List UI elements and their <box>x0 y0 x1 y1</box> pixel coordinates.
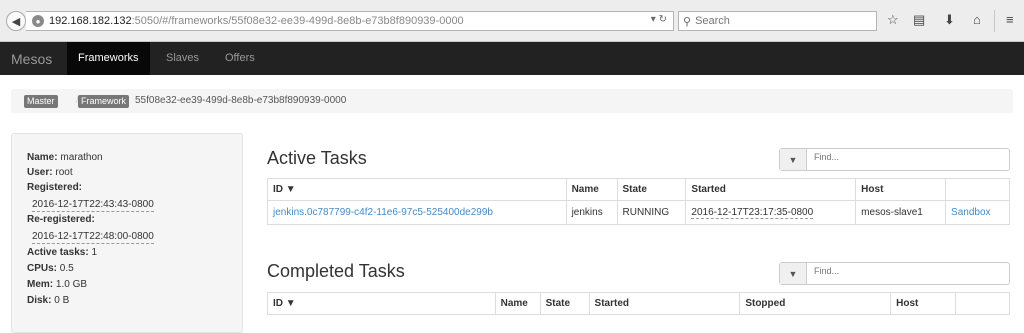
url-text[interactable]: 192.168.182.132:5050/#/frameworks/55f08e… <box>49 15 464 27</box>
task-name-cell: jenkins <box>565 200 618 225</box>
completed-tasks-title: Completed Tasks <box>267 261 405 281</box>
url-actions: ▾ ↻ <box>651 14 667 25</box>
info-reregistered-date: 2016-12-17T22:48:00-0800 <box>32 231 154 244</box>
search-box[interactable]: ⚲ <box>678 11 877 31</box>
col-id-header[interactable]: ID ▼ <box>267 292 496 315</box>
top-navbar: Mesos Frameworks Slaves Offers <box>0 42 1024 75</box>
task-state-cell: RUNNING <box>616 200 687 225</box>
info-name: Name: marathon <box>27 152 103 163</box>
reload-icon[interactable]: ↻ <box>659 14 667 25</box>
framework-info-panel: Name: marathon User: root Registered: 20… <box>11 133 243 333</box>
col-started-header[interactable]: Started <box>588 292 741 315</box>
url-host: 192.168.182.132 <box>49 15 132 27</box>
active-tasks-filter[interactable]: ▼ <box>779 148 1010 171</box>
globe-icon: ● <box>32 15 44 27</box>
task-id-link[interactable]: jenkins.0c787799-c4f2-11e6-97c5-525400de… <box>273 207 493 218</box>
table-header-row: ID ▼ Name State Started Stopped Host <box>267 292 1010 315</box>
completed-tasks-find-input[interactable] <box>814 266 1004 276</box>
back-button[interactable]: ◀ <box>6 11 26 31</box>
brand-logo[interactable]: Mesos <box>11 51 52 67</box>
breadcrumb: Master / Framework 55f08e32-ee39-499d-8e… <box>11 89 1013 113</box>
info-mem: Mem: 1.0 GB <box>27 279 88 290</box>
download-icon[interactable]: ⬇ <box>944 12 955 28</box>
info-registered-date: 2016-12-17T22:43:43-0800 <box>32 199 154 212</box>
info-disk: Disk: 0 B <box>27 295 70 306</box>
info-active-tasks: Active tasks: 1 <box>27 247 98 258</box>
search-input[interactable] <box>695 15 866 27</box>
info-reregistered-label: Re-registered: <box>27 214 95 225</box>
task-started-value: 2016-12-17T23:17:35-0800 <box>691 207 814 219</box>
active-tasks-find-input[interactable] <box>814 152 1004 162</box>
col-name-header[interactable]: Name <box>494 292 541 315</box>
search-icon: ⚲ <box>683 15 692 28</box>
home-icon[interactable]: ⌂ <box>973 12 981 27</box>
col-host-header[interactable]: Host <box>855 178 947 201</box>
completed-tasks-table: ID ▼ Name State Started Stopped Host <box>267 292 1010 315</box>
dropdown-arrow-icon[interactable]: ▾ <box>651 14 656 25</box>
task-started-cell: 2016-12-17T23:17:35-0800 <box>685 200 857 225</box>
browser-toolbar: ◀ ● 192.168.182.132:5050/#/frameworks/55… <box>0 0 1024 42</box>
info-registered-label: Registered: <box>27 182 83 193</box>
active-tasks-table: ID ▼ Name State Started Host jenkins.0c7… <box>267 178 1010 225</box>
table-header-row: ID ▼ Name State Started Host <box>267 178 1010 201</box>
col-started-header[interactable]: Started <box>685 178 857 201</box>
url-path: :5050/#/frameworks/55f08e32-ee39-499d-8e… <box>131 15 464 27</box>
col-actions-header <box>945 178 1010 201</box>
breadcrumb-framework: Framework <box>78 95 130 108</box>
col-state-header[interactable]: State <box>539 292 590 315</box>
task-id-cell: jenkins.0c787799-c4f2-11e6-97c5-525400de… <box>267 200 567 225</box>
info-cpus: CPUs: 0.5 <box>27 263 74 274</box>
filter-icon[interactable]: ▼ <box>780 263 807 284</box>
sandbox-link[interactable]: Sandbox <box>951 207 990 218</box>
reading-list-icon[interactable]: ▤ <box>913 12 925 28</box>
col-host-header[interactable]: Host <box>890 292 957 315</box>
task-sandbox-cell: Sandbox <box>945 200 1010 225</box>
toolbar-divider <box>994 10 995 32</box>
bookmark-star-icon[interactable]: ☆ <box>887 12 899 28</box>
col-id-header[interactable]: ID ▼ <box>267 178 567 201</box>
info-user: User: root <box>27 167 73 178</box>
menu-icon[interactable]: ≡ <box>1006 12 1014 27</box>
col-actions-header <box>955 292 1010 315</box>
active-tasks-title: Active Tasks <box>267 148 367 168</box>
breadcrumb-framework-id: 55f08e32-ee39-499d-8e8b-e73b8f890939-000… <box>135 95 347 106</box>
col-state-header[interactable]: State <box>616 178 687 201</box>
col-stopped-header[interactable]: Stopped <box>739 292 892 315</box>
table-row: jenkins.0c787799-c4f2-11e6-97c5-525400de… <box>267 200 1010 225</box>
nav-frameworks[interactable]: Frameworks <box>67 42 150 75</box>
address-bar[interactable]: ● 192.168.182.132:5050/#/frameworks/55f0… <box>26 11 674 31</box>
col-name-header[interactable]: Name <box>565 178 618 201</box>
completed-tasks-filter[interactable]: ▼ <box>779 262 1010 285</box>
task-host-cell: mesos-slave1 <box>855 200 947 225</box>
filter-icon[interactable]: ▼ <box>780 149 807 170</box>
back-arrow-icon: ◀ <box>11 15 21 28</box>
nav-slaves[interactable]: Slaves <box>155 42 210 75</box>
breadcrumb-master[interactable]: Master <box>24 95 58 108</box>
nav-offers[interactable]: Offers <box>214 42 266 75</box>
